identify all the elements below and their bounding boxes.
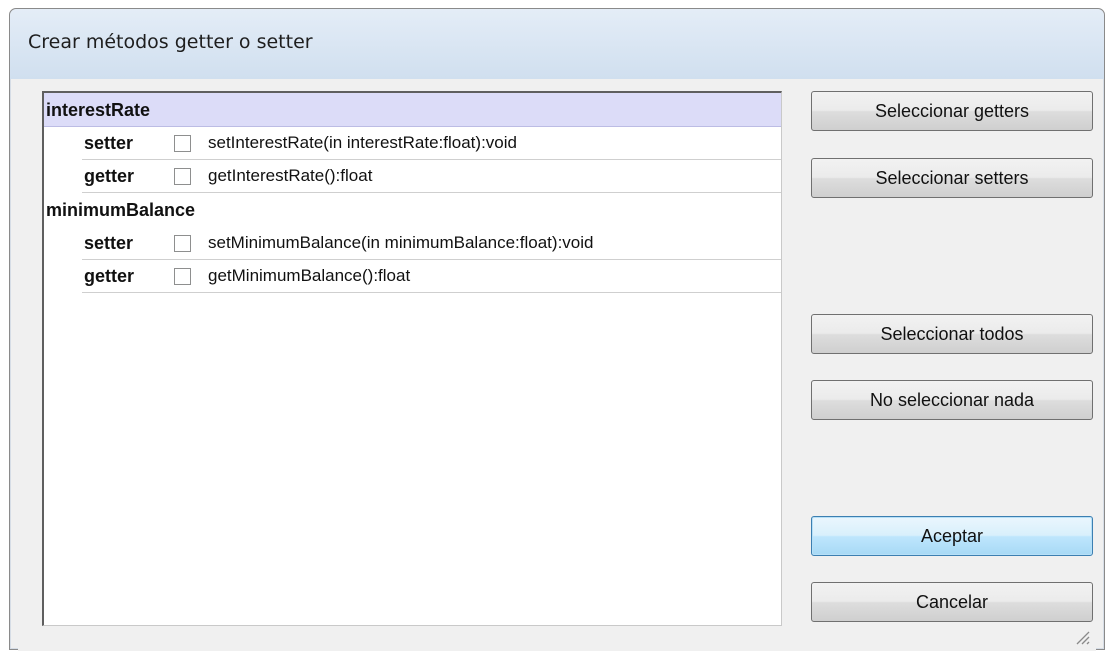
method-signature: getInterestRate():float — [208, 166, 373, 185]
method-signature: setInterestRate(in interestRate:float):v… — [208, 133, 517, 152]
method-row-get-interestrate[interactable]: getter getInterestRate():float — [82, 160, 781, 193]
method-kind-label: getter — [84, 165, 135, 186]
ok-button[interactable]: Aceptar — [811, 516, 1093, 556]
methods-list[interactable]: interestRate setter setInterestRate(in i… — [42, 91, 782, 626]
attribute-name: minimumBalance — [46, 200, 196, 220]
method-checkbox[interactable] — [174, 267, 191, 285]
method-kind-label: getter — [84, 265, 135, 286]
title-bar[interactable]: Crear métodos getter o setter — [10, 9, 1104, 79]
attribute-header-interestrate[interactable]: interestRate — [44, 93, 781, 127]
dialog-window: Crear métodos getter o setter interestRa… — [9, 8, 1105, 651]
select-all-button[interactable]: Seleccionar todos — [811, 314, 1093, 354]
dialog-title: Crear métodos getter o setter — [28, 31, 313, 53]
method-checkbox[interactable] — [174, 134, 191, 152]
method-row-set-interestrate[interactable]: setter setInterestRate(in interestRate:f… — [82, 127, 781, 160]
method-signature: getMinimumBalance():float — [208, 266, 411, 285]
attribute-header-minimumbalance[interactable]: minimumBalance — [44, 193, 781, 227]
resize-grip-icon[interactable] — [1074, 629, 1090, 645]
method-row-set-minimumbalance[interactable]: setter setMinimumBalance(in minimumBalan… — [82, 227, 781, 260]
select-none-button[interactable]: No seleccionar nada — [811, 380, 1093, 420]
method-checkbox[interactable] — [174, 167, 191, 185]
method-checkbox[interactable] — [174, 234, 191, 252]
cancel-button[interactable]: Cancelar — [811, 582, 1093, 622]
method-signature: setMinimumBalance(in minimumBalance:floa… — [208, 233, 594, 252]
select-setters-button[interactable]: Seleccionar setters — [811, 158, 1093, 198]
method-kind-label: setter — [84, 232, 134, 253]
select-getters-button[interactable]: Seleccionar getters — [811, 91, 1093, 131]
attribute-name: interestRate — [46, 100, 151, 120]
method-kind-label: setter — [84, 132, 134, 153]
method-row-get-minimumbalance[interactable]: getter getMinimumBalance():float — [82, 260, 781, 293]
dialog-client-area: interestRate setter setInterestRate(in i… — [18, 79, 1096, 651]
